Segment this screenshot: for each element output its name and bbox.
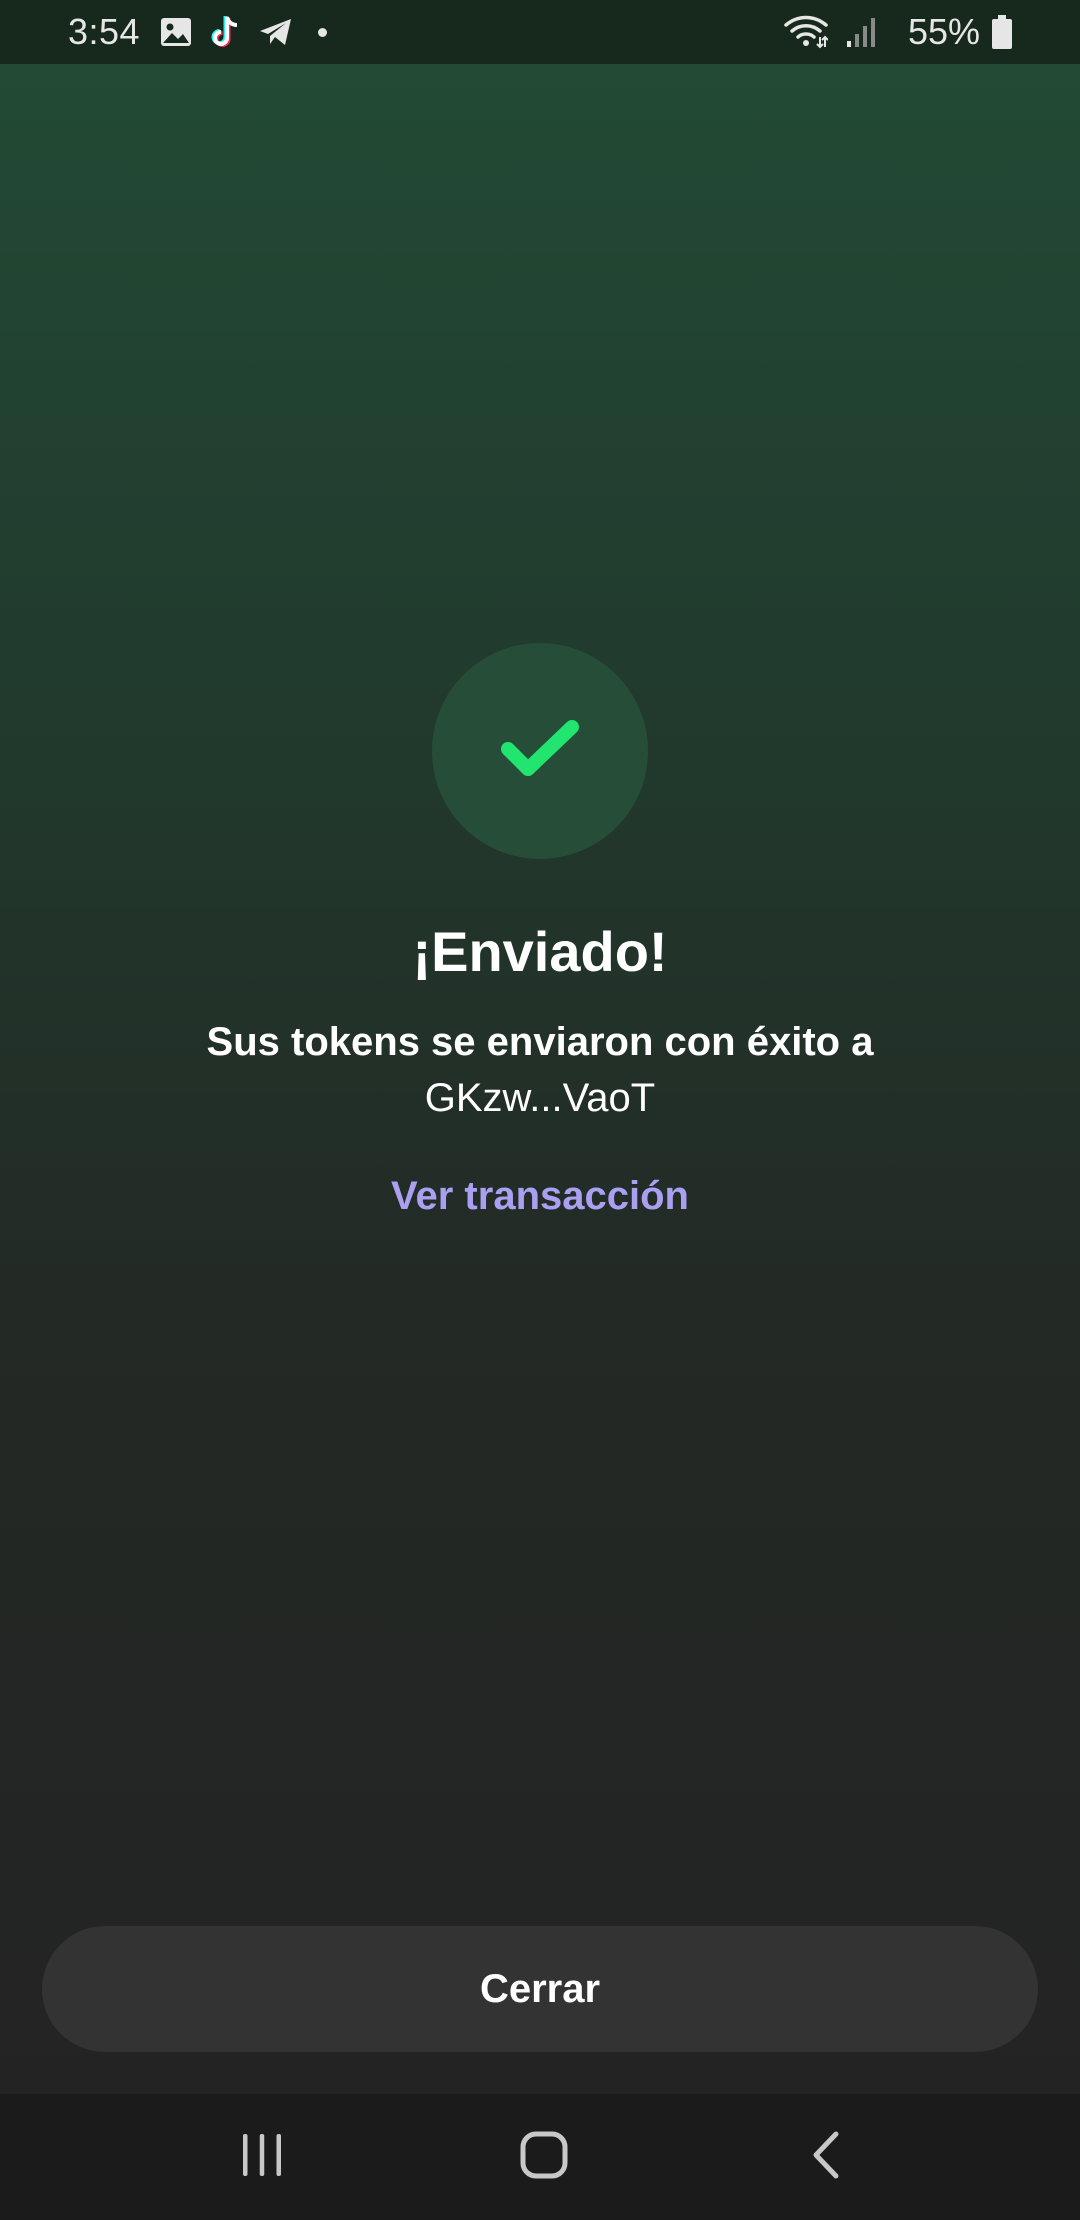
checkmark-icon [498, 717, 582, 786]
back-button[interactable] [766, 2094, 886, 2220]
view-transaction-link[interactable]: Ver transacción [340, 1174, 740, 1219]
tiktok-icon [210, 15, 240, 49]
signal-icon [846, 17, 876, 47]
wifi-icon [784, 15, 828, 49]
status-bar: 3:54 55% [0, 0, 1080, 64]
recent-apps-button[interactable] [202, 2094, 322, 2220]
battery-percent: 55% [907, 11, 980, 52]
status-time: 3:54 [68, 11, 141, 52]
back-icon [809, 2130, 843, 2185]
home-button[interactable] [484, 2094, 604, 2220]
status-right: 55% [784, 0, 1012, 64]
success-message: Sus tokens se enviaron con éxito a [206, 1020, 874, 1064]
navigation-bar [0, 2094, 1080, 2220]
success-badge [432, 643, 648, 859]
status-left: 3:54 [68, 0, 328, 64]
page-title: ¡Enviado! [412, 920, 668, 983]
battery-icon [992, 15, 1012, 49]
send-success-screen: ¡Enviado! Sus tokens se enviaron con éxi… [0, 64, 1080, 2094]
telegram-icon [258, 17, 294, 47]
dot-icon [318, 27, 328, 37]
close-button[interactable]: Cerrar [42, 1926, 1038, 2052]
recent-apps-icon [240, 2132, 284, 2183]
recipient-address: GKzw...VaoT [424, 1076, 656, 1120]
gallery-icon [160, 17, 192, 47]
home-icon [519, 2130, 569, 2185]
